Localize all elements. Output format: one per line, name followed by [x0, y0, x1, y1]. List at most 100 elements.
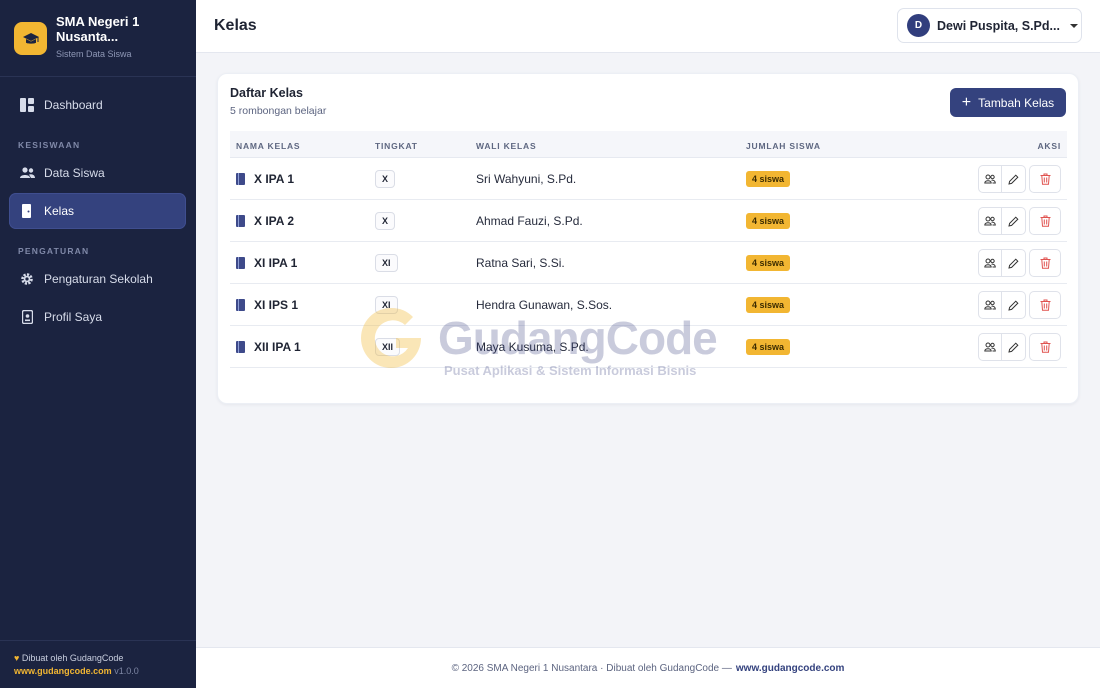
level-badge: X — [375, 170, 396, 188]
homeroom-teacher: Maya Kusuma, S.Pd. — [476, 340, 589, 354]
brand: SMA Negeri 1 Nusanta... Sistem Data Sisw… — [0, 0, 196, 77]
trash-icon — [1040, 299, 1050, 311]
brand-subtitle: Sistem Data Siswa — [56, 49, 132, 59]
table-row: X IPA 1 X Sri Wahyuni, S.Pd. 4 siswa — [230, 158, 1067, 200]
sidebar-footer: ♥ Dibuat oleh GudangCode www.gudangcode.… — [0, 640, 196, 688]
homeroom-teacher: Sri Wahyuni, S.Pd. — [476, 172, 577, 186]
trash-icon — [1040, 257, 1050, 269]
edit-button[interactable] — [1002, 249, 1026, 277]
sidebar-item-label: Data Siswa — [44, 166, 105, 180]
add-class-label: Tambah Kelas — [978, 95, 1055, 110]
edit-button[interactable] — [1002, 291, 1026, 319]
nav-section-pengaturan: PENGATURAN — [18, 246, 90, 256]
class-name: X IPA 1 — [254, 172, 295, 186]
brand-name: SMA Negeri 1 Nusanta... — [56, 14, 140, 44]
topbar: Kelas D Dewi Puspita, S.Pd... — [196, 0, 1100, 53]
homeroom-teacher: Hendra Gunawan, S.Sos. — [476, 298, 613, 312]
users-icon — [984, 342, 996, 352]
view-students-button[interactable] — [978, 249, 1002, 277]
table-row: X IPA 2 X Ahmad Fauzi, S.Pd. 4 siswa — [230, 200, 1067, 242]
user-menu-button[interactable]: D Dewi Puspita, S.Pd... — [897, 8, 1082, 43]
class-name: XI IPS 1 — [254, 298, 299, 312]
delete-button[interactable] — [1029, 291, 1061, 319]
delete-button[interactable] — [1029, 165, 1061, 193]
users-icon — [984, 216, 996, 226]
card-subtitle: 5 rombongan belajar — [230, 105, 327, 117]
nav-section-kesiswaan: KESISWAAN — [18, 140, 81, 150]
level-badge: XI — [375, 254, 398, 272]
door-icon — [236, 215, 245, 227]
sidebar-item-label: Profil Saya — [44, 310, 103, 324]
level-badge: XI — [375, 296, 398, 314]
student-count-badge: 4 siswa — [746, 171, 791, 187]
sidebar-item-data-siswa[interactable]: Data Siswa — [9, 155, 186, 191]
column-header-nama-kelas: NAMA KELAS — [236, 141, 301, 151]
chevron-down-icon — [1069, 23, 1078, 28]
class-name: XI IPA 1 — [254, 256, 298, 270]
edit-button[interactable] — [1002, 333, 1026, 361]
class-list-card: Daftar Kelas 5 rombongan belajar + Tamba… — [217, 73, 1079, 404]
delete-button[interactable] — [1029, 249, 1061, 277]
pencil-icon — [1008, 173, 1019, 185]
add-class-button[interactable]: + Tambah Kelas — [950, 88, 1066, 117]
sidebar: SMA Negeri 1 Nusanta... Sistem Data Sisw… — [0, 0, 196, 688]
edit-button[interactable] — [1002, 165, 1026, 193]
table-row: XII IPA 1 XII Maya Kusuma, S.Pd. 4 siswa — [230, 326, 1067, 368]
table-row: XI IPA 1 XI Ratna Sari, S.Si. 4 siswa — [230, 242, 1067, 284]
view-students-button[interactable] — [978, 291, 1002, 319]
column-header-jumlah-siswa: JUMLAH SISWA — [746, 141, 821, 151]
door-icon — [236, 341, 245, 353]
users-icon — [19, 165, 35, 181]
users-icon — [984, 174, 996, 184]
gear-icon — [19, 271, 35, 287]
credit-text: Dibuat oleh GudangCode — [21, 653, 124, 663]
edit-button[interactable] — [1002, 207, 1026, 235]
homeroom-teacher: Ahmad Fauzi, S.Pd. — [476, 214, 583, 228]
footer-text: © 2026 SMA Negeri 1 Nusantara · Dibuat o… — [451, 662, 732, 674]
heart-icon: ♥ — [14, 653, 20, 663]
avatar: D — [907, 14, 930, 37]
view-students-button[interactable] — [978, 165, 1002, 193]
class-name: XII IPA 1 — [254, 340, 301, 354]
pencil-icon — [1008, 215, 1019, 227]
users-icon — [984, 300, 996, 310]
class-name: X IPA 2 — [254, 214, 295, 228]
sidebar-item-kelas[interactable]: Kelas — [9, 193, 186, 229]
sidebar-item-label: Dashboard — [44, 98, 103, 112]
sidebar-item-profil-saya[interactable]: Profil Saya — [9, 299, 186, 335]
student-count-badge: 4 siswa — [746, 297, 791, 313]
view-students-button[interactable] — [978, 333, 1002, 361]
homeroom-teacher: Ratna Sari, S.Si. — [476, 256, 565, 270]
sidebar-item-label: Pengaturan Sekolah — [44, 272, 153, 286]
column-header-aksi: AKSI — [1037, 141, 1061, 151]
users-icon — [984, 258, 996, 268]
delete-button[interactable] — [1029, 207, 1061, 235]
sidebar-item-pengaturan-sekolah[interactable]: Pengaturan Sekolah — [9, 261, 186, 297]
trash-icon — [1040, 341, 1050, 353]
level-badge: XII — [375, 338, 401, 356]
dashboard-icon — [19, 97, 35, 113]
door-icon — [236, 257, 245, 269]
footer-link[interactable]: www.gudangcode.com — [736, 663, 845, 674]
delete-button[interactable] — [1029, 333, 1061, 361]
view-students-button[interactable] — [978, 207, 1002, 235]
door-icon — [19, 203, 35, 219]
student-count-badge: 4 siswa — [746, 255, 791, 271]
version-text: v1.0.0 — [114, 666, 139, 676]
pencil-icon — [1008, 299, 1019, 311]
trash-icon — [1040, 173, 1050, 185]
plus-icon: + — [961, 93, 972, 111]
trash-icon — [1040, 215, 1050, 227]
page-title: Kelas — [214, 17, 257, 34]
graduation-cap-icon — [14, 22, 47, 55]
id-badge-icon — [19, 309, 35, 325]
door-icon — [236, 299, 245, 311]
column-header-wali-kelas: WALI KELAS — [476, 141, 537, 151]
user-name: Dewi Puspita, S.Pd... — [937, 18, 1060, 33]
page-footer: © 2026 SMA Negeri 1 Nusantara · Dibuat o… — [196, 647, 1100, 688]
sidebar-item-dashboard[interactable]: Dashboard — [9, 87, 186, 123]
credit-link[interactable]: www.gudangcode.com — [14, 666, 112, 676]
student-count-badge: 4 siswa — [746, 213, 791, 229]
pencil-icon — [1008, 341, 1019, 353]
sidebar-item-label: Kelas — [44, 204, 75, 218]
